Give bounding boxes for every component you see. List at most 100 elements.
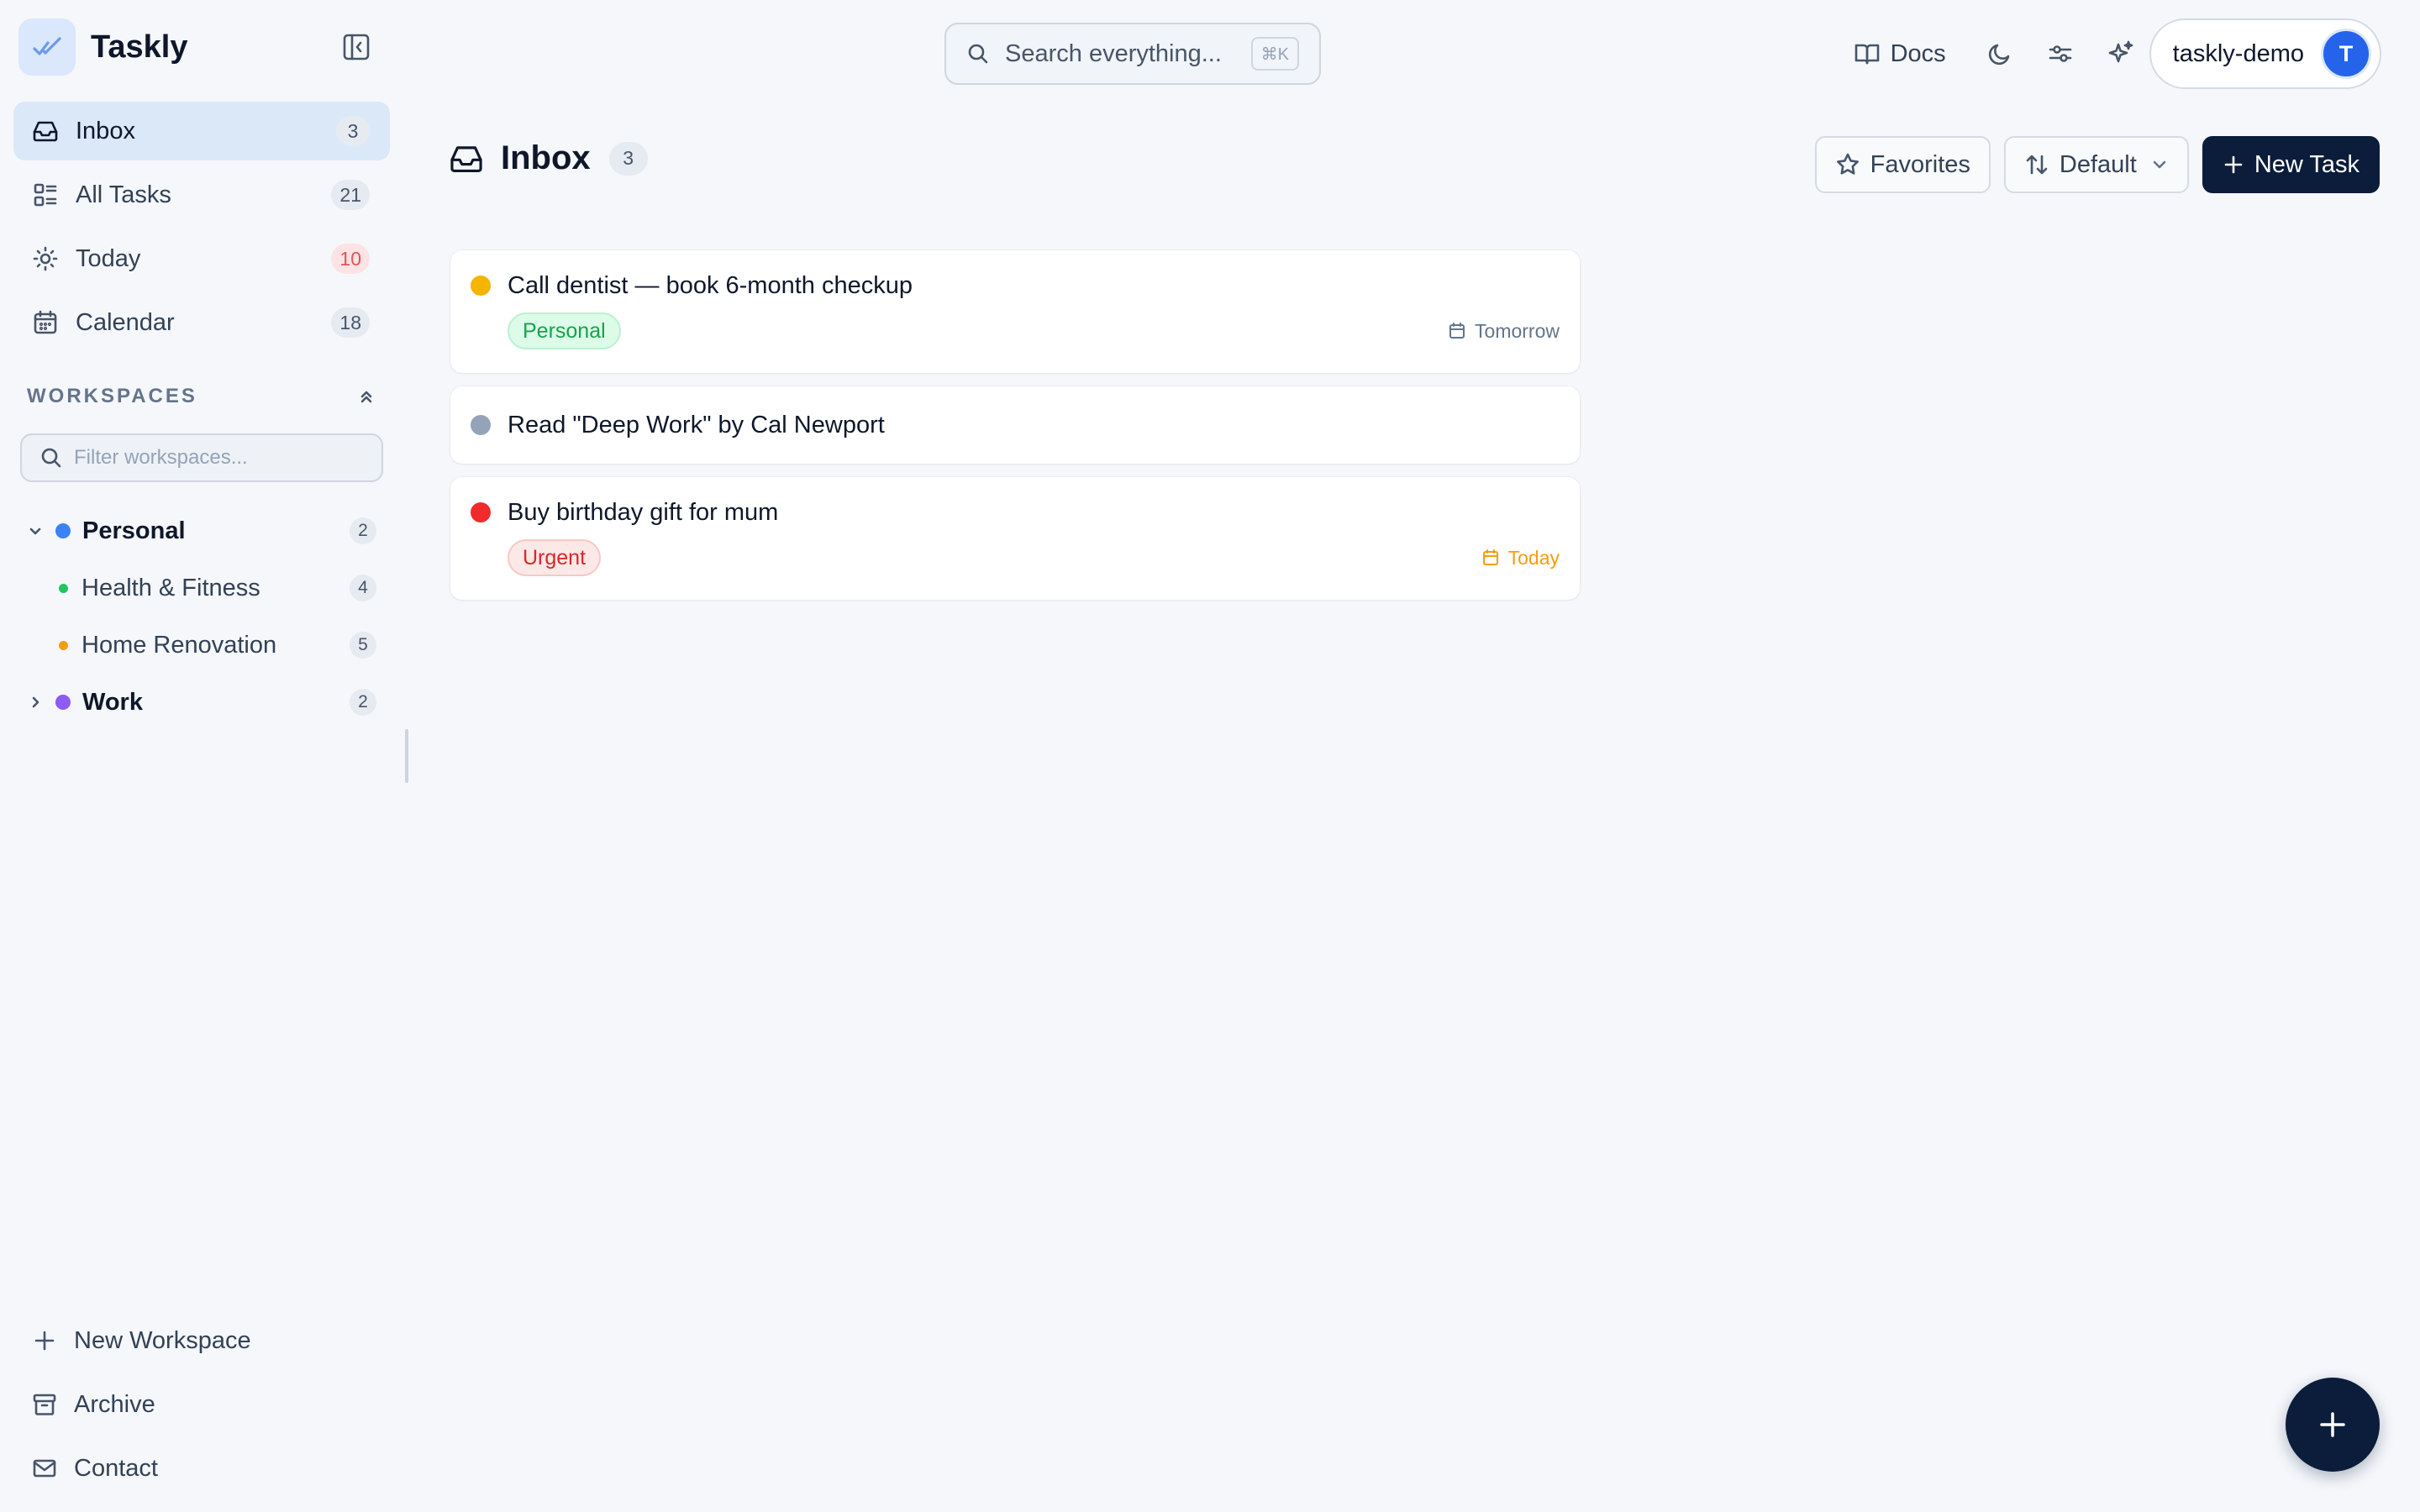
workspace-label: Work — [82, 688, 143, 716]
workspace-color-dot — [55, 695, 71, 710]
nav-label: Today — [76, 244, 141, 272]
favorites-button[interactable]: Favorites — [1814, 136, 1991, 193]
taskly-logo-icon — [18, 18, 76, 76]
task-title: Call dentist — book 6-month checkup — [508, 271, 913, 299]
contact-label: Contact — [74, 1454, 158, 1482]
user-name: taskly-demo — [2172, 39, 2304, 67]
workspace-color-dot — [55, 523, 71, 538]
task-tag[interactable]: Personal — [508, 312, 621, 349]
task-title: Buy birthday gift for mum — [508, 498, 779, 526]
due-date: Tomorrow — [1448, 320, 1560, 343]
sidebar-footer: New Workspace Archive Contact — [32, 1309, 385, 1500]
sparkles-icon — [2108, 40, 2133, 63]
theme-toggle-button[interactable] — [1983, 37, 2017, 71]
user-menu[interactable]: taskly-demo T — [2149, 18, 2381, 89]
task-card[interactable]: Read "Deep Work" by Cal Newport — [450, 386, 1580, 464]
workspace-filter-input[interactable] — [74, 446, 360, 470]
task-title: Read "Deep Work" by Cal Newport — [508, 411, 885, 438]
inbox-icon — [33, 121, 58, 142]
workspace-tree: Personal 2 Health & Fitness 4 Home Renov… — [25, 502, 378, 731]
new-task-button[interactable]: New Task — [2202, 136, 2380, 193]
quick-add-button[interactable] — [2286, 1378, 2380, 1472]
archive-label: Archive — [74, 1390, 155, 1418]
task-card[interactable]: Call dentist — book 6-month checkup Pers… — [450, 250, 1580, 373]
archive-link[interactable]: Archive — [32, 1373, 385, 1436]
avatar: T — [2321, 29, 2371, 79]
settings-button[interactable] — [2044, 37, 2077, 71]
workspace-filter[interactable] — [20, 433, 383, 482]
list-icon — [34, 183, 57, 207]
docs-label: Docs — [1890, 39, 1946, 67]
due-label: Today — [1507, 546, 1560, 569]
workspace-count: 4 — [350, 575, 376, 601]
app-name: Taskly — [91, 29, 188, 65]
global-search[interactable]: Search everything... ⌘K — [944, 23, 1321, 85]
chevrons-up-icon — [360, 391, 372, 403]
nav-label: All Tasks — [76, 181, 171, 208]
star-icon — [1836, 153, 1859, 175]
brand[interactable]: Taskly — [18, 18, 187, 76]
task-card[interactable]: Buy birthday gift for mum Urgent Today — [450, 477, 1580, 600]
topbar-actions: Docs taskly-demo T — [1854, 18, 2381, 89]
task-list: Call dentist — book 6-month checkup Pers… — [450, 250, 1580, 613]
sort-dropdown[interactable]: Default — [2003, 136, 2189, 193]
plus-icon — [2320, 1412, 2345, 1437]
plus-icon — [34, 1331, 55, 1351]
contact-link[interactable]: Contact — [32, 1436, 385, 1500]
inbox-icon — [450, 145, 482, 172]
chevron-right-icon[interactable] — [25, 694, 45, 711]
page-count: 3 — [608, 141, 648, 176]
chevron-down-icon — [2153, 160, 2166, 169]
nav-item-inbox[interactable]: Inbox 3 — [13, 102, 390, 160]
workspace-count: 2 — [350, 517, 376, 544]
search-shortcut: ⌘K — [1250, 37, 1299, 71]
docs-link[interactable]: Docs — [1854, 40, 1946, 68]
nav-count: 18 — [331, 307, 370, 338]
moon-icon — [1988, 44, 2009, 66]
workspace-label: Personal — [82, 517, 186, 544]
book-icon — [1854, 44, 1879, 65]
sidebar-resize-handle[interactable] — [405, 729, 408, 783]
workspaces-header: WORKSPACES — [27, 385, 376, 408]
nav-label: Inbox — [76, 117, 135, 144]
new-task-label: New Task — [2254, 150, 2360, 178]
favorites-label: Favorites — [1870, 150, 1970, 178]
chevron-down-icon[interactable] — [25, 522, 45, 539]
search-placeholder: Search everything... — [1005, 39, 1222, 67]
workspace-health-fitness[interactable]: Health & Fitness 4 — [25, 559, 378, 617]
nav-item-today[interactable]: Today 10 — [13, 229, 390, 288]
nav-item-all-tasks[interactable]: All Tasks 21 — [13, 165, 390, 224]
workspace-personal[interactable]: Personal 2 — [25, 502, 378, 559]
nav-item-calendar[interactable]: Calendar 18 — [13, 293, 390, 352]
due-label: Tomorrow — [1475, 319, 1560, 342]
search-icon — [968, 44, 988, 64]
workspaces-title: WORKSPACES — [27, 385, 197, 407]
panel-left-icon — [343, 34, 370, 60]
collapse-workspaces-button[interactable] — [356, 386, 376, 407]
mail-icon — [33, 1459, 56, 1478]
workspace-color-dot — [59, 640, 68, 650]
archive-icon — [33, 1394, 56, 1415]
sliders-icon — [2049, 45, 2071, 62]
nav-label: Calendar — [76, 308, 175, 336]
sort-arrows-icon — [2026, 155, 2048, 175]
collapse-sidebar-button[interactable] — [339, 32, 373, 62]
main-nav: Inbox 3 All Tasks 21 Today 10 Calendar 1… — [13, 102, 390, 357]
new-workspace-button[interactable]: New Workspace — [32, 1309, 385, 1373]
nav-count: 10 — [331, 244, 370, 274]
priority-dot — [471, 415, 491, 435]
workspace-label: Health & Fitness — [82, 574, 260, 601]
workspace-work[interactable]: Work 2 — [25, 674, 378, 731]
ai-assistant-button[interactable] — [2104, 37, 2138, 71]
priority-dot — [471, 502, 491, 522]
calendar-icon — [34, 310, 57, 334]
due-date: Today — [1481, 547, 1560, 570]
calendar-icon — [1482, 549, 1498, 565]
priority-dot — [471, 276, 491, 296]
workspace-home-renovation[interactable]: Home Renovation 5 — [25, 617, 378, 674]
task-tag[interactable]: Urgent — [508, 539, 602, 576]
workspace-count: 5 — [350, 632, 376, 659]
page-header: Inbox 3 — [449, 139, 648, 177]
search-icon — [41, 448, 61, 468]
nav-count: 21 — [331, 180, 370, 210]
